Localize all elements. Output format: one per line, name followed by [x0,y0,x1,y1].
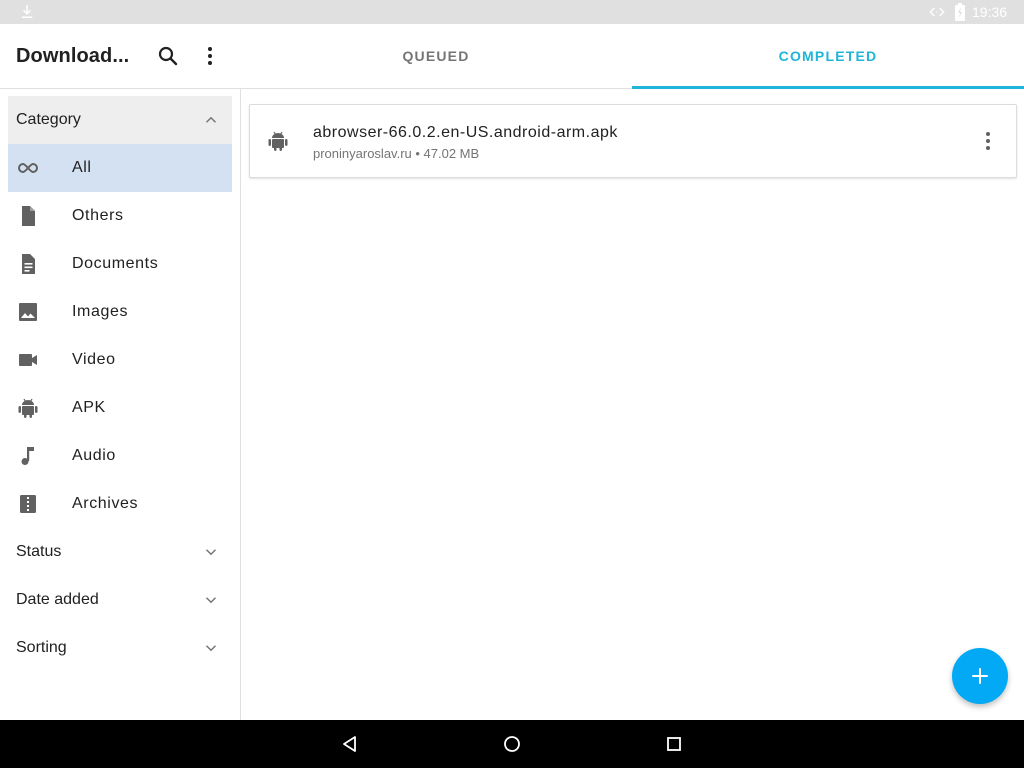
category-item-all[interactable]: All [8,144,232,192]
status-bar: 19:36 [0,0,1024,24]
category-label: Category [16,111,81,128]
category-item-label: Others [72,207,124,224]
download-icon [21,5,33,18]
android-icon [18,398,38,418]
document-icon [22,254,35,274]
app-bar: Download... QUEUED COMPLETED [0,24,1024,89]
chevron-down-icon [205,597,217,604]
category-item-label: Video [72,351,116,368]
search-icon[interactable] [156,44,180,68]
category-item-label: Archives [72,495,139,512]
category-item-images[interactable]: Images [8,288,232,336]
category-section-header[interactable]: Category [8,96,232,144]
date-added-section-header[interactable]: Date added [8,576,232,624]
chevron-down-icon [205,645,217,652]
code-icon [929,7,945,17]
category-item-label: Images [72,303,129,320]
more-vert-icon[interactable] [198,44,222,68]
date-added-label: Date added [16,591,99,608]
music-note-icon [21,447,34,465]
downloads-list: abrowser-66.0.2.en-US.android-arm.apk pr… [241,89,1024,720]
file-icon [22,206,35,226]
filter-sidebar: Category All Others Documents Images Vid… [0,89,241,720]
category-item-label: APK [72,399,106,416]
home-icon[interactable] [500,732,524,756]
chevron-down-icon [205,549,217,556]
infinity-icon [17,162,39,174]
video-icon [19,354,37,366]
category-item-label: Audio [72,447,116,464]
app-title: Download... [16,45,130,67]
tab-completed[interactable]: COMPLETED [632,24,1024,89]
sorting-section-header[interactable]: Sorting [8,624,232,672]
download-filename: abrowser-66.0.2.en-US.android-arm.apk [313,124,618,141]
add-icon [972,668,988,684]
clock: 19:36 [972,4,1008,20]
recents-icon[interactable] [662,732,686,756]
tab-completed-label: COMPLETED [778,48,878,64]
category-item-label: All [72,159,92,176]
download-item[interactable]: abrowser-66.0.2.en-US.android-arm.apk pr… [249,104,1017,178]
category-item-documents[interactable]: Documents [8,240,232,288]
add-download-button[interactable] [952,648,1008,704]
android-icon [268,131,288,151]
sorting-label: Sorting [16,639,67,656]
category-item-others[interactable]: Others [8,192,232,240]
chevron-up-icon [205,116,217,123]
back-icon[interactable] [338,732,362,756]
category-item-apk[interactable]: APK [8,384,232,432]
battery-icon [955,3,965,21]
category-item-video[interactable]: Video [8,336,232,384]
system-nav-bar [0,720,1024,768]
status-section-header[interactable]: Status [8,528,232,576]
category-item-archives[interactable]: Archives [8,480,232,528]
download-meta: proninyaroslav.ru • 47.02 MB [313,146,480,161]
image-icon [19,303,37,321]
more-vert-icon[interactable] [976,129,1000,153]
tab-queued-label: QUEUED [402,48,470,64]
tab-queued[interactable]: QUEUED [240,24,632,88]
archive-icon [20,495,36,513]
category-item-label: Documents [72,255,159,272]
status-label: Status [16,543,62,560]
category-item-audio[interactable]: Audio [8,432,232,480]
